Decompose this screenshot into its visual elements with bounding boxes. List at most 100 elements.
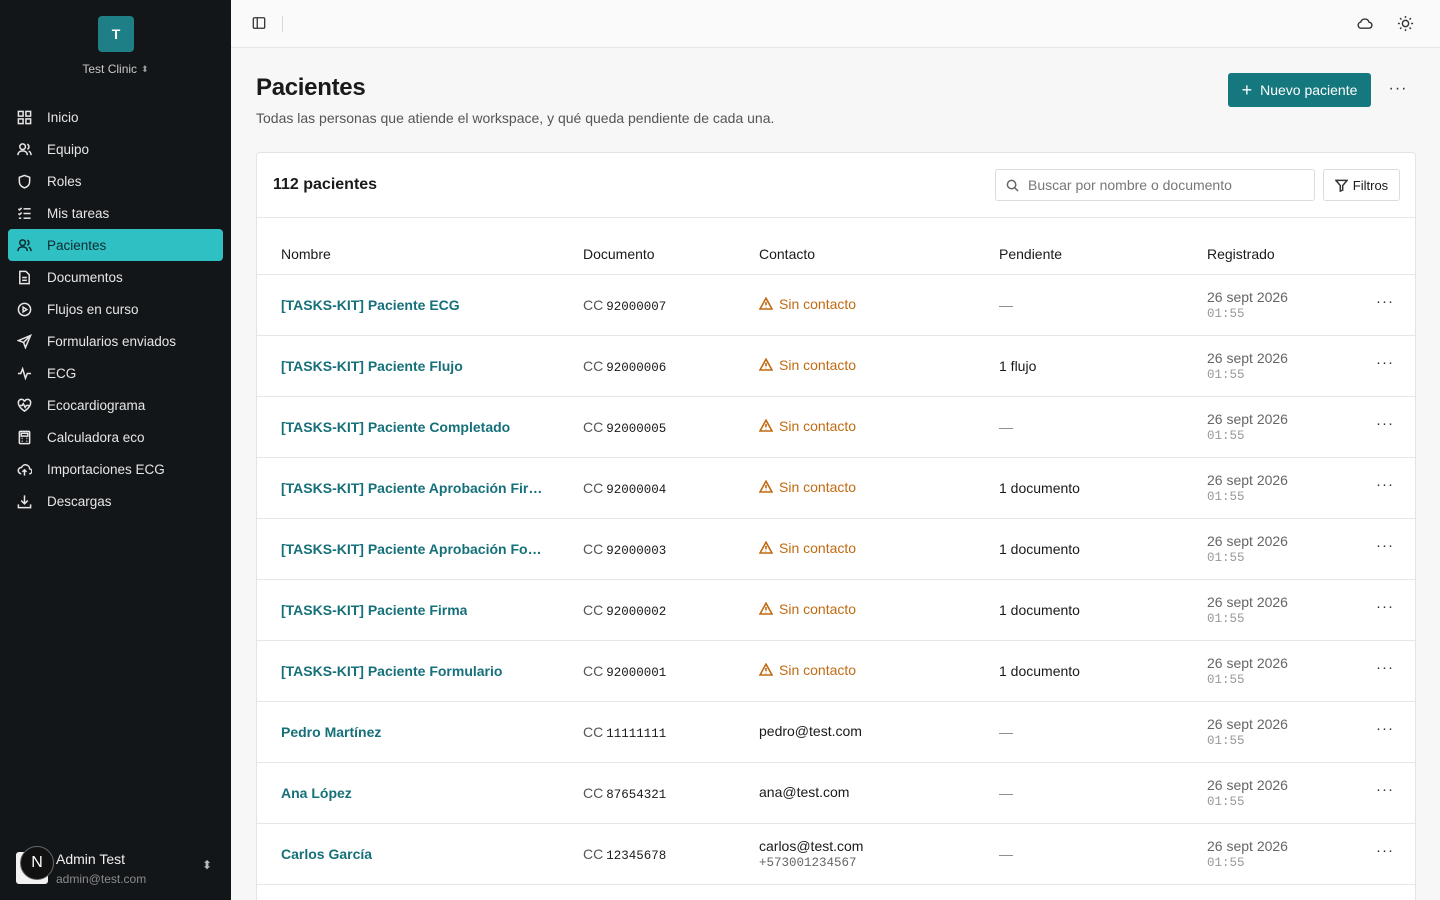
- registered-date: 26 sept 2026: [1207, 533, 1288, 549]
- sidebar-item-mis-tareas[interactable]: Mis tareas: [8, 197, 223, 229]
- contact-email[interactable]: ana@test.com: [759, 784, 849, 800]
- pending-cell: 1 documento: [999, 663, 1080, 679]
- new-patient-button[interactable]: + Nuevo paciente: [1228, 73, 1371, 107]
- patient-name-link[interactable]: [TASKS-KIT] Paciente Aprobación Firm...: [281, 480, 546, 496]
- registered-date: 26 sept 2026: [1207, 350, 1288, 366]
- table-row[interactable]: [TASKS-KIT] Paciente Aprobación Form... C…: [257, 519, 1415, 580]
- table-row[interactable]: [TASKS-KIT] Paciente Completado CC 9200000…: [257, 397, 1415, 458]
- sidebar-item-ecg[interactable]: ECG: [8, 357, 223, 389]
- sidebar-item-documentos[interactable]: Documentos: [8, 261, 223, 293]
- pulse-icon: [16, 365, 32, 381]
- sidebar-item-label: Pacientes: [47, 237, 107, 253]
- patient-name-link[interactable]: Ana López: [281, 785, 352, 801]
- patient-name-link[interactable]: [TASKS-KIT] Paciente Aprobación Form...: [281, 541, 546, 557]
- row-more-icon[interactable]: ···: [1375, 415, 1395, 432]
- table-row[interactable]: Carlos García CC 12345678 carlos@test.com +5…: [257, 824, 1415, 885]
- column-header-pending[interactable]: Pendiente: [999, 246, 1062, 262]
- registered-time: 01:55: [1207, 490, 1245, 504]
- row-more-icon[interactable]: ···: [1375, 476, 1395, 493]
- cloud-icon[interactable]: [1356, 15, 1373, 32]
- workspace-switcher[interactable]: Test Clinic ⬍: [0, 62, 231, 76]
- registered-cell: 26 sept 2026 01:55: [1207, 716, 1288, 748]
- registered-cell: 26 sept 2026 01:55: [1207, 472, 1288, 504]
- sidebar-item-ecocardiograma[interactable]: Ecocardiograma: [8, 389, 223, 421]
- table-row[interactable]: [TASKS-KIT] Paciente Aprobación Firm... C…: [257, 458, 1415, 519]
- sidebar-item-importaciones-ecg[interactable]: Importaciones ECG: [8, 453, 223, 485]
- shield-icon: [16, 173, 32, 189]
- patient-name-link[interactable]: Pedro Martínez: [281, 724, 381, 740]
- sidebar-item-label: Equipo: [47, 141, 90, 157]
- row-more-icon[interactable]: ···: [1375, 842, 1395, 859]
- registered-time: 01:55: [1207, 612, 1245, 626]
- sidebar-item-descargas[interactable]: Descargas: [8, 485, 223, 517]
- table-row[interactable]: Pedro Martínez CC 11111111 pedro@test.com — 2…: [257, 702, 1415, 763]
- column-header-document[interactable]: Documento: [583, 246, 655, 262]
- pending-cell: —: [999, 724, 1013, 740]
- registered-cell: 26 sept 2026 01:55: [1207, 533, 1288, 565]
- row-more-icon[interactable]: ···: [1375, 781, 1395, 798]
- search-input[interactable]: [1028, 170, 1308, 200]
- sidebar-item-equipo[interactable]: Equipo: [8, 133, 223, 165]
- row-more-icon[interactable]: ···: [1375, 659, 1395, 676]
- calculator-icon: [16, 429, 32, 445]
- table-row[interactable]: Ana López CC 87654321 ana@test.com — 26 sept …: [257, 763, 1415, 824]
- document-cell: CC 92000001: [583, 663, 666, 680]
- page-more-icon[interactable]: ···: [1388, 80, 1408, 100]
- row-more-icon[interactable]: ···: [1375, 720, 1395, 737]
- patient-name-link[interactable]: Carlos García: [281, 846, 372, 862]
- patient-name-link[interactable]: [TASKS-KIT] Paciente Formulario: [281, 663, 502, 679]
- document-icon: [16, 269, 32, 285]
- row-more-icon[interactable]: ···: [1375, 537, 1395, 554]
- user-email: admin@test.com: [56, 872, 147, 886]
- upload-cloud-icon: [16, 461, 32, 477]
- contact-warning: Sin contacto: [758, 540, 857, 556]
- sidebar: T Test Clinic ⬍ Inicio Equipo Roles Mis tare…: [0, 0, 231, 900]
- row-more-icon[interactable]: ···: [1375, 354, 1395, 371]
- sun-icon[interactable]: [1397, 15, 1414, 32]
- document-number: 92000002: [606, 605, 667, 619]
- table-header: Nombre Documento Contacto Pendiente Regi…: [257, 218, 1415, 275]
- workspace-name: Test Clinic: [82, 62, 138, 76]
- document-cell: CC 92000004: [583, 480, 666, 497]
- document-number: 92000003: [606, 544, 667, 558]
- sidebar-item-flujos-en-curso[interactable]: Flujos en curso: [8, 293, 223, 325]
- column-header-registered[interactable]: Registrado: [1207, 246, 1275, 262]
- sidebar-item-pacientes[interactable]: Pacientes: [8, 229, 223, 261]
- registered-date: 26 sept 2026: [1207, 594, 1288, 610]
- table-row[interactable]: [TASKS-KIT] Paciente Formulario CC 9200000…: [257, 641, 1415, 702]
- row-more-icon[interactable]: ···: [1375, 293, 1395, 310]
- table-row[interactable]: [TASKS-KIT] Paciente Flujo CC 92000006 Sin …: [257, 336, 1415, 397]
- document-type: CC: [583, 297, 604, 313]
- column-header-name[interactable]: Nombre: [281, 246, 331, 262]
- workspace-avatar[interactable]: T: [98, 16, 134, 52]
- contact-warning: Sin contacto: [758, 479, 856, 495]
- sidebar-item-formularios-enviados[interactable]: Formularios enviados: [8, 325, 223, 357]
- contact-text: Sin contacto: [779, 296, 857, 312]
- sidebar-item-roles[interactable]: Roles: [8, 165, 223, 197]
- chevron-updown-icon[interactable]: ⬍: [202, 858, 212, 872]
- sidebar-item-calculadora-eco[interactable]: Calculadora eco: [8, 421, 223, 453]
- sidebar-item-inicio[interactable]: Inicio: [8, 101, 223, 133]
- column-header-contact[interactable]: Contacto: [759, 246, 815, 262]
- filters-button[interactable]: Filtros: [1323, 169, 1400, 201]
- contact-email[interactable]: pedro@test.com: [759, 723, 862, 739]
- topbar: [231, 0, 1440, 48]
- pending-cell: —: [999, 785, 1013, 801]
- row-more-icon[interactable]: ···: [1375, 598, 1395, 615]
- contact-email[interactable]: carlos@test.com: [759, 838, 863, 854]
- user-menu[interactable]: N Admin Test admin@test.com ⬍: [16, 844, 226, 888]
- patient-name-link[interactable]: [TASKS-KIT] Paciente ECG: [281, 297, 460, 313]
- sidebar-item-label: ECG: [47, 365, 77, 381]
- table-row[interactable]: [TASKS-KIT] Paciente ECG CC 92000007 Sin co…: [257, 275, 1415, 336]
- patient-name-link[interactable]: [TASKS-KIT] Paciente Flujo: [281, 358, 463, 374]
- table-row[interactable]: [TASKS-KIT] Paciente Firma CC 92000002 Sin …: [257, 580, 1415, 641]
- plus-icon: +: [1241, 80, 1253, 100]
- sidebar-toggle-icon[interactable]: [252, 16, 266, 30]
- patient-name-link[interactable]: [TASKS-KIT] Paciente Firma: [281, 602, 467, 618]
- document-type: CC: [583, 358, 604, 374]
- document-type: CC: [583, 480, 604, 496]
- contact-text: Sin contacto: [779, 540, 857, 556]
- registered-time: 01:55: [1207, 551, 1245, 565]
- patient-name-link[interactable]: [TASKS-KIT] Paciente Completado: [281, 419, 510, 435]
- document-type: CC: [583, 419, 604, 435]
